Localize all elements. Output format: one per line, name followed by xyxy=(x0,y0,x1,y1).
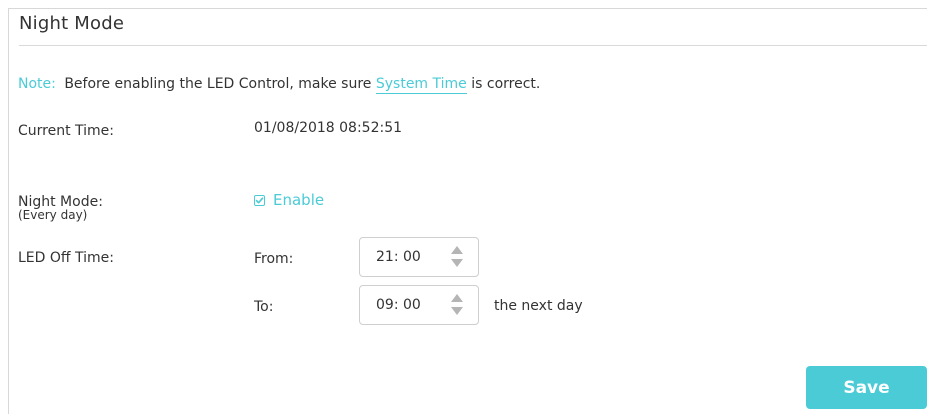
to-label: To: xyxy=(254,299,274,315)
triangle-up-icon[interactable] xyxy=(451,294,463,302)
from-label: From: xyxy=(254,251,294,267)
to-time-spinner[interactable] xyxy=(450,294,464,318)
led-off-time-label: LED Off Time: xyxy=(18,250,114,266)
note-label: Note: xyxy=(18,76,56,92)
triangle-down-icon[interactable] xyxy=(451,259,463,267)
system-time-link[interactable]: System Time xyxy=(375,76,467,94)
from-time-value: 21: 00 xyxy=(376,249,421,265)
enable-label: Enable xyxy=(273,191,325,209)
enable-checkbox[interactable] xyxy=(254,194,265,206)
current-time-value: 01/08/2018 08:52:51 xyxy=(254,120,403,136)
next-day-text: the next day xyxy=(494,298,583,314)
triangle-down-icon[interactable] xyxy=(451,307,463,315)
night-mode-sublabel: (Every day) xyxy=(18,208,88,222)
to-time-input[interactable]: 09: 00 xyxy=(359,285,479,325)
from-time-input[interactable]: 21: 00 xyxy=(359,237,479,277)
to-time-value: 09: 00 xyxy=(376,297,421,313)
from-time-spinner[interactable] xyxy=(450,246,464,270)
section-title: Night Mode xyxy=(19,13,125,34)
title-divider xyxy=(19,45,927,46)
night-mode-panel xyxy=(8,8,927,414)
note-text-before: Before enabling the LED Control, make su… xyxy=(64,76,376,92)
triangle-up-icon[interactable] xyxy=(451,246,463,254)
note-text-after: is correct. xyxy=(466,76,541,92)
save-button[interactable]: Save xyxy=(806,366,927,409)
enable-checkbox-row[interactable]: Enable xyxy=(254,191,324,209)
current-time-label: Current Time: xyxy=(18,123,115,139)
note-line: Note: Before enabling the LED Control, m… xyxy=(18,76,541,94)
checkmark-icon xyxy=(255,196,264,203)
